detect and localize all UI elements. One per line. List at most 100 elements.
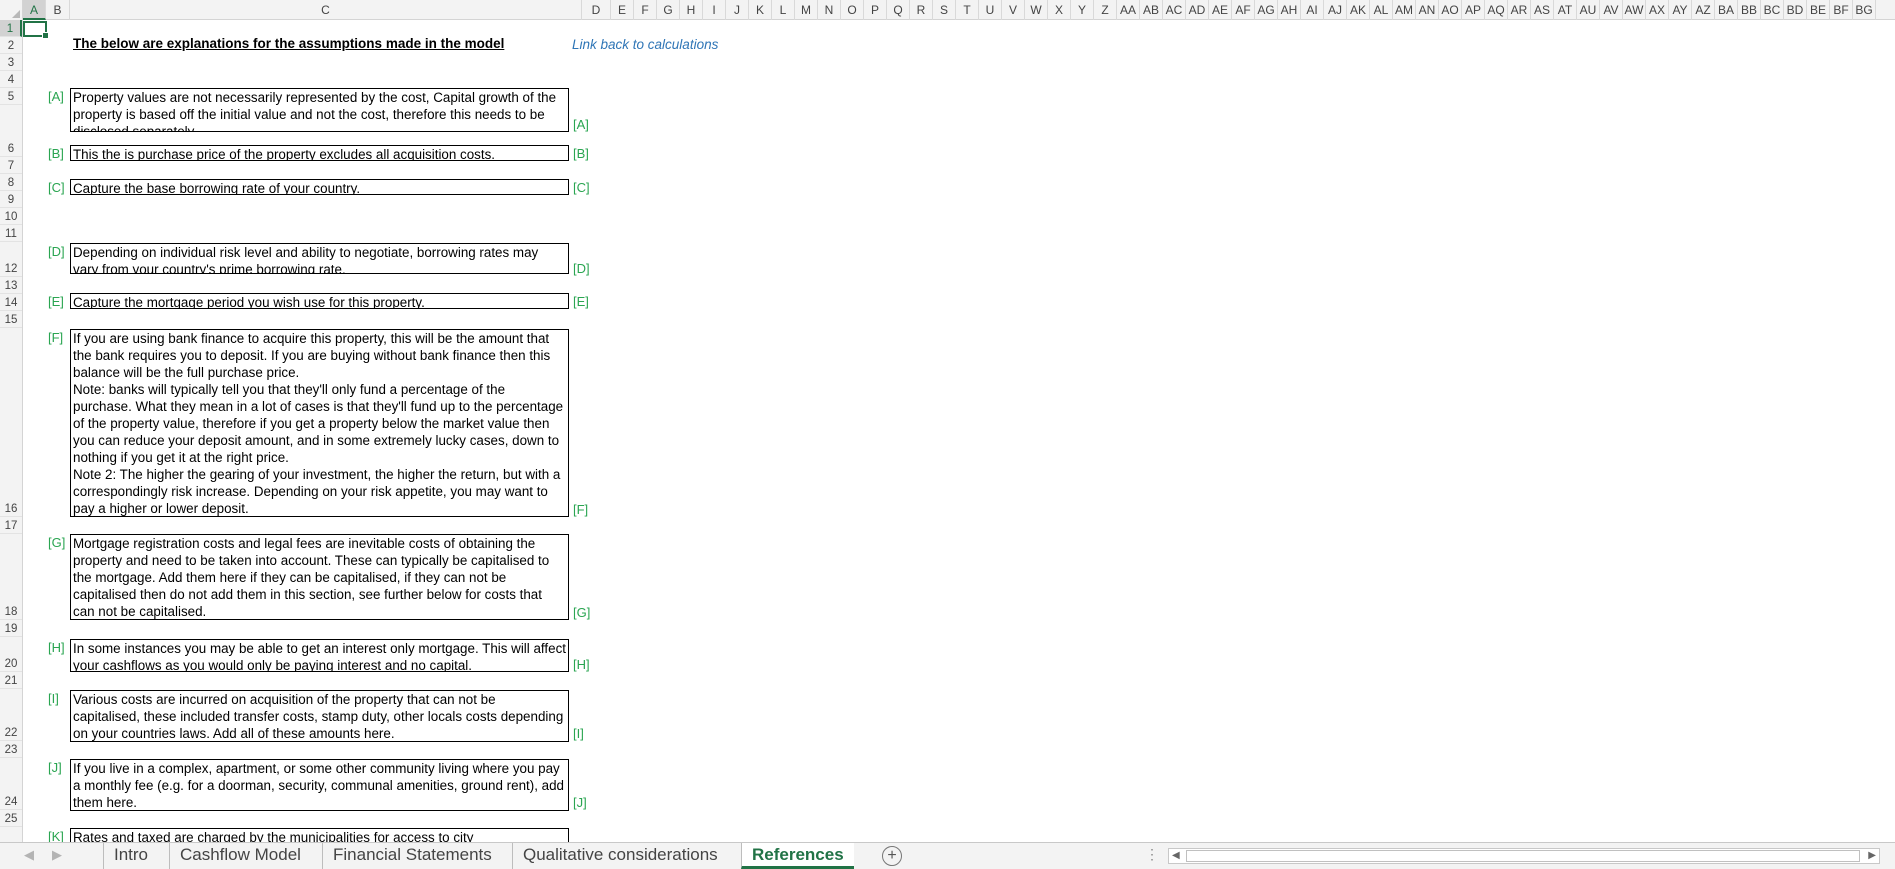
column-header[interactable]: AV (1600, 0, 1623, 20)
column-header[interactable]: V (1002, 0, 1025, 20)
tab-financial-statements[interactable]: Financial Statements (322, 843, 502, 869)
note-cell[interactable]: Depending on individual risk level and a… (70, 243, 569, 274)
column-header[interactable]: A (23, 0, 46, 20)
note-cell[interactable]: Various costs are incurred on acquisitio… (70, 690, 569, 742)
scroll-left-icon[interactable]: ◀ (1172, 849, 1180, 863)
row-header[interactable]: 1 (0, 20, 22, 37)
column-header[interactable]: AF (1232, 0, 1255, 20)
note-cell[interactable]: Capture the mortgage period you wish use… (70, 293, 569, 309)
horizontal-scrollbar[interactable]: ◀ ▶ (1168, 848, 1880, 864)
column-header[interactable]: X (1048, 0, 1071, 20)
row-header[interactable]: 15 (0, 311, 22, 328)
column-header[interactable]: Z (1094, 0, 1117, 20)
note-cell[interactable]: Capture the base borrowing rate of your … (70, 179, 569, 195)
row-header[interactable]: 7 (0, 157, 22, 174)
row-header[interactable]: 18 (0, 534, 22, 620)
row-header[interactable]: 23 (0, 741, 22, 758)
column-header[interactable]: R (910, 0, 933, 20)
row-header[interactable]: 2 (0, 37, 22, 54)
column-header[interactable]: AK (1347, 0, 1370, 20)
add-sheet-icon[interactable]: + (882, 846, 902, 866)
column-header[interactable]: AU (1577, 0, 1600, 20)
column-header[interactable]: AT (1554, 0, 1577, 20)
split-handle-icon[interactable]: ⋮ (1145, 846, 1159, 863)
column-header[interactable]: L (772, 0, 795, 20)
column-header[interactable]: BG (1853, 0, 1876, 20)
column-header[interactable]: AH (1278, 0, 1301, 20)
note-cell[interactable]: If you are using bank finance to acquire… (70, 329, 569, 517)
tab-qualitative-considerations[interactable]: Qualitative considerations (512, 843, 728, 869)
column-header[interactable]: N (818, 0, 841, 20)
column-header[interactable]: K (749, 0, 772, 20)
column-header[interactable]: W (1025, 0, 1048, 20)
column-header[interactable]: AJ (1324, 0, 1347, 20)
column-header[interactable]: BA (1715, 0, 1738, 20)
column-header[interactable]: AY (1669, 0, 1692, 20)
select-all-corner[interactable] (0, 0, 23, 20)
note-cell[interactable]: This the is purchase price of the proper… (70, 145, 569, 161)
column-header[interactable]: C (70, 0, 582, 20)
selected-cell-a1[interactable] (23, 21, 49, 39)
column-header[interactable]: P (864, 0, 887, 20)
column-header[interactable]: AS (1531, 0, 1554, 20)
column-header[interactable]: F (634, 0, 657, 20)
row-header[interactable]: 14 (0, 294, 22, 311)
column-header[interactable]: D (582, 0, 611, 20)
row-header[interactable]: 10 (0, 208, 22, 225)
column-header[interactable]: AI (1301, 0, 1324, 20)
scroll-tabs-right-icon[interactable]: ▶ (52, 847, 62, 863)
column-header[interactable]: AC (1163, 0, 1186, 20)
column-header[interactable]: T (956, 0, 979, 20)
column-header[interactable]: O (841, 0, 864, 20)
column-header[interactable]: AA (1117, 0, 1140, 20)
column-header[interactable]: M (795, 0, 818, 20)
column-header[interactable]: B (46, 0, 70, 20)
tab-intro[interactable]: Intro (103, 843, 158, 869)
column-header[interactable]: BC (1761, 0, 1784, 20)
column-header[interactable]: E (611, 0, 634, 20)
row-header[interactable]: 17 (0, 517, 22, 534)
column-header[interactable]: G (657, 0, 680, 20)
column-header[interactable]: BB (1738, 0, 1761, 20)
row-header[interactable]: 5 (0, 88, 22, 105)
row-header[interactable]: 22 (0, 689, 22, 741)
row-header[interactable]: 16 (0, 328, 22, 517)
tab-cashflow-model[interactable]: Cashflow Model (169, 843, 311, 869)
column-header[interactable]: AL (1370, 0, 1393, 20)
scrollbar-thumb[interactable] (1186, 850, 1860, 862)
column-header[interactable]: Y (1071, 0, 1094, 20)
column-header[interactable]: AX (1646, 0, 1669, 20)
row-header[interactable]: 11 (0, 225, 22, 242)
row-header[interactable]: 12 (0, 242, 22, 277)
note-cell[interactable]: In some instances you may be able to get… (70, 639, 569, 672)
scroll-tabs-left-icon[interactable]: ◀ (24, 847, 34, 863)
column-header[interactable]: AP (1462, 0, 1485, 20)
column-header[interactable]: AN (1416, 0, 1439, 20)
column-header[interactable]: H (680, 0, 703, 20)
tab-references[interactable]: References (741, 843, 854, 869)
note-cell[interactable]: Property values are not necessarily repr… (70, 88, 569, 132)
row-header[interactable]: 21 (0, 672, 22, 689)
column-header[interactable]: AW (1623, 0, 1646, 20)
row-header[interactable]: 24 (0, 758, 22, 810)
column-header[interactable]: I (703, 0, 726, 20)
column-header[interactable]: AQ (1485, 0, 1508, 20)
column-header[interactable]: AB (1140, 0, 1163, 20)
column-header[interactable]: BD (1784, 0, 1807, 20)
row-header[interactable]: 25 (0, 810, 22, 827)
column-header[interactable]: BF (1830, 0, 1853, 20)
worksheet-grid[interactable]: The below are explanations for the assum… (23, 20, 1895, 842)
column-header[interactable]: U (979, 0, 1002, 20)
scroll-right-icon[interactable]: ▶ (1868, 849, 1876, 863)
column-header[interactable]: Q (887, 0, 910, 20)
row-header[interactable]: 4 (0, 71, 22, 88)
link-back-to-calculations[interactable]: Link back to calculations (572, 37, 718, 52)
column-header[interactable]: BE (1807, 0, 1830, 20)
row-header[interactable]: 3 (0, 54, 22, 71)
row-header[interactable]: 8 (0, 174, 22, 191)
note-cell[interactable]: If you live in a complex, apartment, or … (70, 759, 569, 811)
column-header[interactable]: S (933, 0, 956, 20)
column-header[interactable]: AD (1186, 0, 1209, 20)
column-header[interactable]: J (726, 0, 749, 20)
column-header[interactable]: AO (1439, 0, 1462, 20)
